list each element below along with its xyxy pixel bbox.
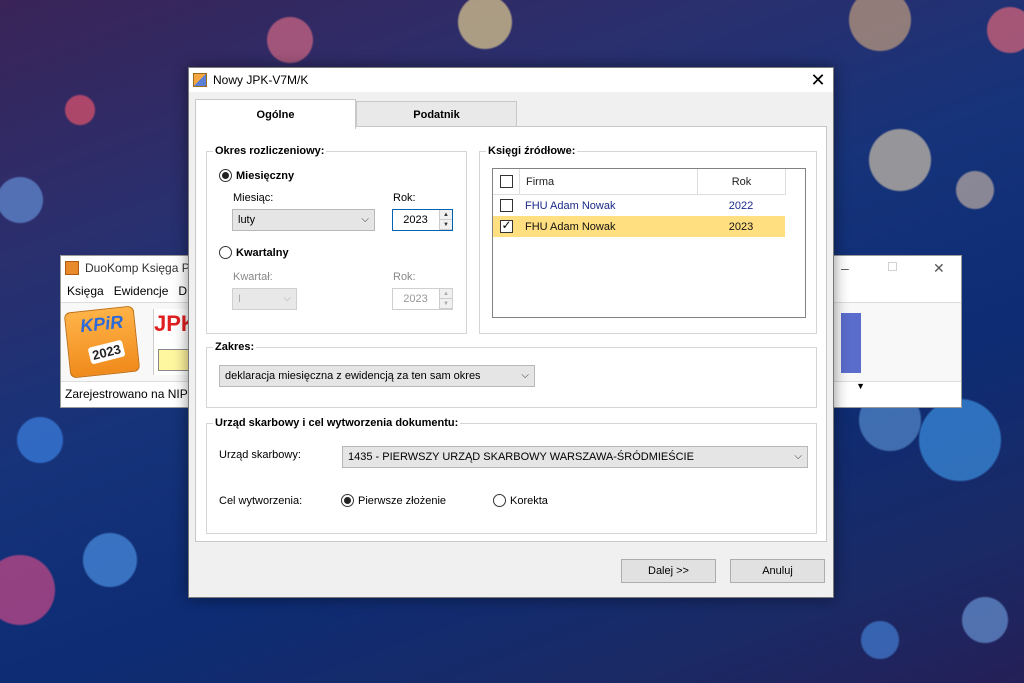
korekta-label: Korekta [510, 494, 548, 507]
row-checkbox-cell [493, 218, 519, 233]
spin-down-icon: ▼ [440, 299, 452, 309]
kpir-icon-year: 2023 [87, 339, 126, 365]
okres-group: Okres rozliczeniowy: Miesięczny Miesiąc:… [206, 145, 467, 334]
urzad-group-label: Urząd skarbowy i cel wytworzenia dokumen… [213, 417, 461, 429]
monthly-radio[interactable] [219, 169, 232, 182]
menu-item-d[interactable]: D [178, 284, 187, 298]
zakres-select-value: deklaracja miesięczna z ewidencją za ten… [225, 370, 481, 382]
app-icon [65, 261, 79, 275]
row-firma: FHU Adam Nowak [525, 220, 616, 233]
column-header-firma[interactable]: Firma [519, 169, 697, 194]
new-jpk-dialog: Nowy JPK-V7M/K ✕ Ogólne Podatnik Okres r… [188, 67, 834, 598]
chevron-down-icon: ⌵ [283, 293, 291, 304]
office-select[interactable]: 1435 - PIERWSZY URZĄD SKARBOWY WARSZAWA-… [342, 446, 808, 468]
cancel-button[interactable]: Anuluj [730, 559, 825, 583]
pierwsze-zlozenie-radio[interactable] [341, 494, 354, 507]
tab-panel-ogolne: Okres rozliczeniowy: Miesięczny Miesiąc:… [195, 126, 827, 542]
grid-header-checkbox-cell [493, 169, 519, 194]
quarterly-radio-option[interactable]: Kwartalny [219, 246, 289, 259]
quarter-label: Kwartał: [233, 271, 273, 283]
year-spinner-buttons: ▲ ▼ [439, 210, 452, 230]
tab-bar: Ogólne Podatnik [195, 99, 517, 129]
spin-up-icon[interactable]: ▲ [440, 210, 452, 220]
maximize-icon[interactable]: ☐ [887, 260, 898, 274]
zakres-group-label: Zakres: [213, 341, 257, 353]
cel-option-pierwsze[interactable]: Pierwsze złożenie [341, 494, 446, 507]
minimize-icon[interactable]: – [841, 260, 849, 276]
select-all-checkbox[interactable] [499, 175, 513, 188]
quarter-year-spinner: 2023 ▲ ▼ [392, 288, 453, 310]
pierwsze-zlozenie-label: Pierwsze złożenie [358, 494, 447, 507]
quarter-year-label: Rok: [393, 271, 416, 283]
cel-label: Cel wytworzenia: [219, 495, 303, 507]
year-label: Rok: [393, 192, 416, 204]
column-header-rok[interactable]: Rok [697, 169, 785, 194]
chevron-down-icon: ⌵ [521, 370, 529, 381]
close-icon[interactable]: ✕ [803, 68, 833, 92]
table-row[interactable]: FHU Adam Nowak 2023 [493, 216, 785, 237]
spin-down-icon[interactable]: ▼ [440, 220, 452, 230]
row-rok: 2023 [728, 220, 754, 233]
month-select-value: luty [238, 214, 256, 226]
row-checkbox[interactable] [499, 199, 513, 212]
next-button[interactable]: Dalej >> [621, 559, 716, 583]
spin-up-icon: ▲ [440, 289, 452, 299]
row-firma: FHU Adam Nowak [525, 199, 616, 212]
cel-option-korekta[interactable]: Korekta [493, 494, 548, 507]
menu-item-ewidencje[interactable]: Ewidencje [114, 284, 169, 298]
grid-divider [785, 169, 786, 195]
year-spinner[interactable]: 2023 ▲ ▼ [392, 209, 453, 231]
quarter-year-spinner-buttons: ▲ ▼ [439, 289, 452, 309]
quarter-select-value: I [238, 293, 242, 305]
row-checkbox-cell [493, 199, 519, 212]
toolbar-dropdown-arrow-icon[interactable]: ▼ [856, 381, 865, 391]
dialog-title: Nowy JPK-V7M/K [213, 73, 309, 87]
kpir-book-icon[interactable]: KPiR 2023 [63, 305, 141, 379]
quarterly-radio[interactable] [219, 246, 232, 259]
zakres-select[interactable]: deklaracja miesięczna z ewidencją za ten… [219, 365, 535, 387]
close-icon[interactable]: ✕ [933, 260, 945, 277]
spreadsheet-icon [158, 349, 192, 371]
table-row[interactable]: FHU Adam Nowak 2022 [493, 195, 785, 216]
ksiegi-grid: Firma Rok FHU Adam Nowak 2022 FHU Adam N… [492, 168, 806, 318]
monthly-radio-option[interactable]: Miesięczny [219, 169, 294, 182]
background-app-title: DuoKomp Księga Po [85, 261, 197, 275]
grid-header: Firma Rok [493, 169, 785, 195]
dialog-titlebar: Nowy JPK-V7M/K ✕ [189, 68, 833, 92]
chevron-down-icon: ⌵ [794, 451, 802, 462]
row-checkbox[interactable] [499, 218, 513, 233]
year-spinner-value: 2023 [403, 214, 428, 226]
menu-item-ksiega[interactable]: Księga [67, 284, 104, 298]
office-label: Urząd skarbowy: [219, 449, 301, 461]
ksiegi-group: Księgi źródłowe: Firma Rok FHU Adam Nowa… [479, 145, 817, 334]
month-label: Miesiąc: [233, 192, 274, 204]
jpk-icon[interactable]: JPK [153, 309, 197, 375]
tab-podatnik[interactable]: Podatnik [356, 101, 517, 129]
office-select-value: 1435 - PIERWSZY URZĄD SKARBOWY WARSZAWA-… [348, 451, 694, 463]
month-select[interactable]: luty ⌵ [232, 209, 375, 231]
monthly-radio-label: Miesięczny [236, 169, 295, 182]
chevron-down-icon: ⌵ [361, 214, 369, 225]
dialog-app-icon [193, 73, 207, 87]
toolbar-tool-icon[interactable] [841, 313, 861, 373]
status-text: Zarejestrowano na NIP [65, 387, 188, 401]
tab-ogolne[interactable]: Ogólne [195, 99, 356, 129]
urzad-group: Urząd skarbowy i cel wytworzenia dokumen… [206, 417, 817, 534]
quarter-year-spinner-value: 2023 [403, 293, 428, 305]
quarter-select: I ⌵ [232, 288, 297, 310]
ksiegi-group-label: Księgi źródłowe: [486, 145, 578, 157]
kpir-icon-label: KPiR [79, 311, 125, 337]
okres-group-label: Okres rozliczeniowy: [213, 145, 327, 157]
korekta-radio[interactable] [493, 494, 506, 507]
quarterly-radio-label: Kwartalny [236, 246, 289, 259]
row-rok: 2022 [728, 199, 754, 212]
zakres-group: Zakres: deklaracja miesięczna z ewidencj… [206, 341, 817, 408]
